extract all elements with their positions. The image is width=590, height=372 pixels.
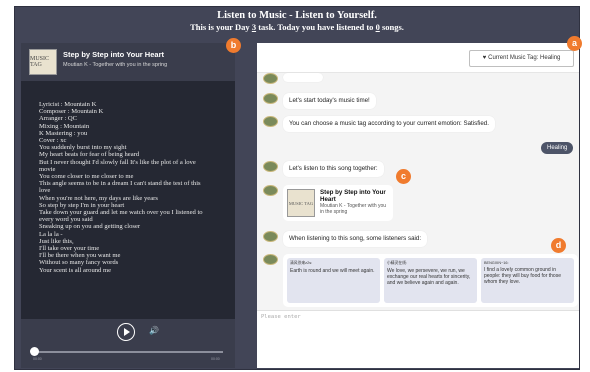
bot-avatar — [263, 73, 278, 84]
comment-card: BENGXIN~16: I find a lovely common ground… — [481, 258, 574, 303]
lyric-line: I'll take over your time — [39, 245, 100, 253]
message-bubble: Let's start today's music time! — [283, 93, 376, 109]
volume-icon[interactable]: 🔊 — [149, 326, 159, 335]
music-tag-button[interactable]: ♥ Current Music Tag: Healing — [469, 50, 574, 67]
chat-message: Let's listen to this song together: — [263, 161, 384, 177]
annotation-badge-b: b — [226, 38, 241, 53]
message-bubble — [283, 73, 323, 82]
message-bubble: Let's listen to this song together: — [283, 161, 384, 177]
song-title: Step by Step into Your Heart — [63, 50, 164, 59]
song-card-cover: MUSIC TAG — [287, 189, 315, 217]
message-bubble: You can choose a music tag according to … — [283, 116, 495, 132]
song-header: MUSIC TAG Step by Step into Your Heart M… — [21, 43, 235, 81]
comment-text: We love, we persevere, we run, we exchan… — [387, 268, 471, 286]
comment-text: Earth is round and we will meet again. — [290, 268, 375, 274]
chat-message: 清风徐来z2s: Earth is round and we will meet … — [263, 254, 578, 307]
comment-author: BENGXIN~16: — [484, 261, 509, 265]
lyric-line: I'll be there when you want me — [39, 252, 121, 260]
lyric-line: Your scent is all around me — [39, 266, 112, 274]
lyric-line: This angle seems to be in a dream I can'… — [39, 180, 201, 188]
comment-card: 清风徐来z2s: Earth is round and we will meet … — [287, 258, 380, 303]
lyric-line: movie — [39, 165, 56, 173]
message-input[interactable] — [261, 314, 571, 364]
lyric-line: every word you said — [39, 216, 93, 224]
bot-avatar — [263, 185, 278, 196]
annotation-badge-c: c — [396, 169, 411, 184]
play-button[interactable] — [117, 323, 135, 341]
lyric-line: Cover : xc — [39, 137, 67, 145]
app-frame: Listen to Music - Listen to Yourself. Th… — [14, 6, 580, 370]
bot-avatar — [263, 231, 278, 242]
task-status: This is your Day 3 task. Today you have … — [190, 22, 404, 32]
progress-track[interactable] — [33, 351, 223, 353]
chat-message: MUSIC TAG Step by Step into Your Heart M… — [263, 185, 393, 221]
lyrics: Lyricist : Mountain K Composer : Mountain… — [39, 101, 229, 274]
lyric-line: When you're not here, my days are like y… — [39, 194, 158, 202]
lyric-line: Lyricist : Mountain K — [39, 101, 97, 108]
lyric-line: love — [39, 187, 51, 195]
comment-text: I find a lovely common ground in people:… — [484, 267, 561, 285]
message-input-area — [257, 310, 579, 368]
song-card[interactable]: MUSIC TAG Step by Step into Your Heart M… — [283, 185, 393, 221]
comment-author: 清风徐来z2s: — [290, 261, 313, 265]
chat-message — [263, 73, 323, 84]
lyric-line: Sneaking up on you and getting closer — [39, 223, 141, 231]
lyric-line: You suddenly burst into my sight — [39, 144, 127, 152]
chat-log: Let's start today's music time! You can … — [257, 73, 579, 310]
comment-card: 小精灵在线: We love, we persevere, we run, we … — [384, 258, 477, 303]
bot-avatar — [263, 161, 278, 172]
lyric-line: Take down your guard and let me watch ov… — [39, 209, 203, 217]
lyric-line: But I never thought I'd slowly fall It's… — [39, 158, 196, 166]
bot-avatar — [263, 116, 278, 127]
heart-icon: ♥ — [482, 55, 487, 61]
page-title: Listen to Music - Listen to Yourself. — [217, 10, 377, 21]
tag-bar: ♥ Current Music Tag: Healing — [257, 43, 579, 73]
lyric-line: Composer : Mountain K — [39, 108, 104, 116]
time-total: 00:00 — [211, 357, 220, 361]
chat-message: You can choose a music tag according to … — [263, 116, 495, 132]
lyric-line: La la la - — [39, 230, 63, 238]
user-message: Healing — [541, 142, 574, 154]
time-elapsed: 00:00 — [33, 357, 42, 361]
song-card-title: Step by Step into Your Heart — [320, 189, 386, 203]
chat-message: When listening to this song, some listen… — [263, 231, 428, 247]
progress-knob[interactable] — [30, 347, 39, 356]
annotation-badge-a: a — [567, 36, 582, 51]
song-card-artist: Moutian K - Together with you in the spr… — [320, 203, 387, 215]
annotation-badge-d: d — [551, 238, 566, 253]
chat-message: Let's start today's music time! — [263, 93, 376, 109]
lyric-line: My heart beats for fear of being heard — [39, 151, 140, 159]
lyric-line: You come closer to me closer to me — [39, 173, 134, 181]
album-cover: MUSIC TAG — [29, 49, 57, 75]
lyric-line: So step by step I'm in your heart — [39, 201, 125, 209]
message-bubble: When listening to this song, some listen… — [283, 231, 428, 247]
listener-comments: 清风徐来z2s: Earth is round and we will meet … — [283, 254, 578, 307]
song-artist: Moutian K - Together with you in the spr… — [63, 62, 168, 68]
lyric-line: Just like this, — [39, 237, 74, 245]
chat-panel: ♥ Current Music Tag: Healing Let's start … — [257, 43, 579, 368]
lyric-line: K Mastering : you — [39, 129, 88, 137]
music-player-panel: MUSIC TAG Step by Step into Your Heart M… — [21, 43, 235, 368]
comment-author: 小精灵在线: — [387, 261, 408, 265]
player-controls: 🔊 00:00 00:00 — [21, 319, 235, 368]
bot-avatar — [263, 254, 278, 265]
page-header: Listen to Music - Listen to Yourself. Th… — [15, 9, 579, 33]
bot-avatar — [263, 93, 278, 104]
lyric-line: Mixing : Mountain — [39, 122, 90, 130]
lyric-line: Arranger : QC — [39, 115, 78, 123]
lyric-line: Without so many fancy words — [39, 259, 119, 267]
